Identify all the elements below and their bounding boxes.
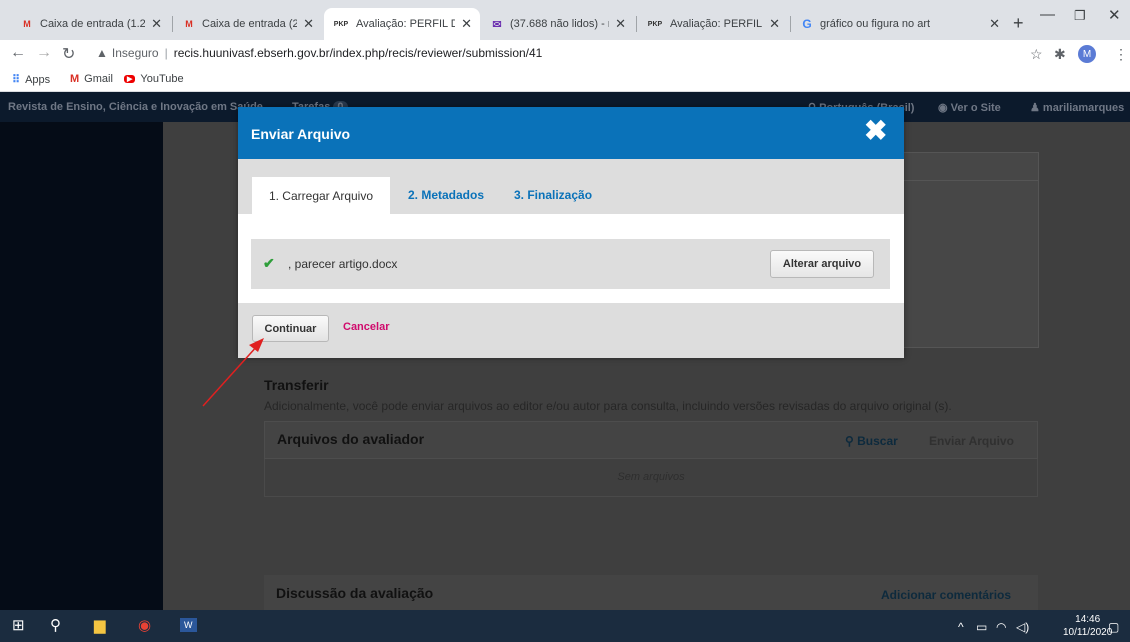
word-icon[interactable]: W	[180, 618, 197, 632]
notifications-icon[interactable]: ▢	[1108, 620, 1119, 634]
chrome-icon[interactable]: ◉	[138, 616, 151, 634]
battery-icon[interactable]: ▭	[976, 620, 987, 634]
system-clock[interactable]: 14:46 10/11/2020	[1063, 613, 1112, 639]
clock-time: 14:46	[1075, 614, 1101, 625]
wifi-icon[interactable]: ◠	[996, 620, 1006, 634]
windows-taskbar: ⊞ ⚲ ▆ ◉ W ^ ▭ ◠ ◁) 14:46 10/11/2020 ▢	[0, 610, 1130, 642]
tray-chevron-icon[interactable]: ^	[958, 620, 964, 634]
volume-icon[interactable]: ◁)	[1016, 620, 1029, 634]
windows-start-icon[interactable]: ⊞	[12, 616, 25, 634]
annotation-arrow	[202, 338, 264, 407]
search-icon[interactable]: ⚲	[50, 616, 61, 634]
clock-date: 10/11/2020	[1063, 627, 1113, 638]
file-explorer-icon[interactable]: ▆	[94, 616, 106, 634]
